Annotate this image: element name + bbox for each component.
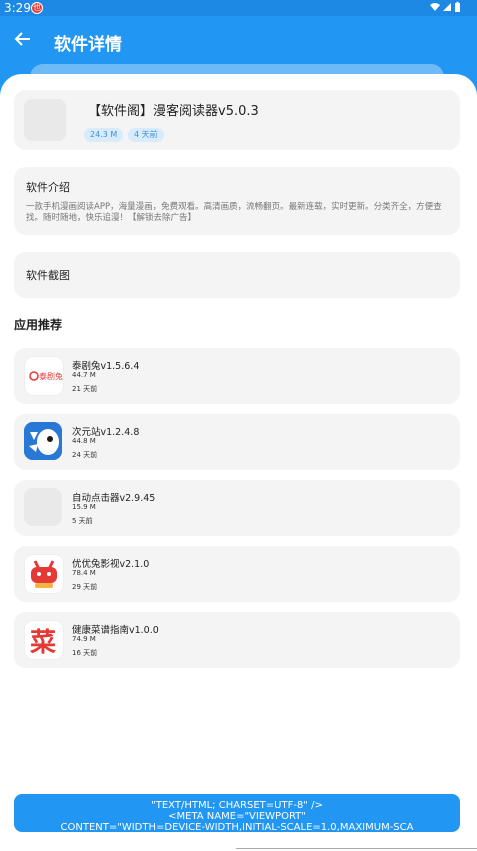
screenshots-card: 软件截图 [14,252,460,298]
status-bar: 3:29 也 [0,0,477,16]
status-time: 3:29 [4,1,31,15]
recommend-item-time: 21 天前 [72,385,98,393]
recommend-item[interactable]: 菜 健康菜谱指南v1.0.0 74.9 M 16 天前 [14,612,460,668]
recommend-item-time: 16 天前 [72,649,98,657]
ciyuan-zhan-icon [24,422,62,460]
recommend-item-name: 泰剧兔v1.5.6.4 [72,361,140,372]
recommend-item-time: 5 天前 [72,517,93,525]
recommend-item-size: 15.9 M [72,503,96,511]
recommend-item-name: 自动点击器v2.9.45 [72,493,156,504]
youyou-rabbit-icon [24,554,64,594]
recommend-heading: 应用推荐 [14,318,63,332]
recommend-item[interactable]: 优优兔影视v2.1.0 78.4 M 29 天前 [14,546,460,602]
recommend-item[interactable]: 泰剧兔 泰剧兔v1.5.6.4 44.7 M 21 天前 [14,348,460,404]
content-sheet: 【软件阁】漫客阅读器v5.0.3 24.3 M 4 天前 软件介绍 一款手机漫画… [0,74,477,851]
updated-badge: 4 天前 [128,128,164,142]
app-icon-placeholder [24,99,66,141]
recommend-item[interactable]: 自动点击器v2.9.45 15.9 M 5 天前 [14,480,460,536]
intro-text: 一款手机漫画阅读APP，海量漫画，免费观看。高清画质，流畅翻页。最新连载，实时更… [26,202,442,223]
recommend-item-name: 次元站v1.2.4.8 [72,427,140,438]
taiju-rabbit-icon: 泰剧兔 [24,356,64,396]
divider [236,848,477,849]
app-header-card: 【软件阁】漫客阅读器v5.0.3 24.3 M 4 天前 [14,90,460,150]
recommend-item-size: 44.7 M [72,371,96,379]
page-title: 软件详情 [54,35,122,55]
recipe-icon: 菜 [24,620,64,660]
download-button-line: "TEXT/HTML; CHARSET=UTF-8" /> [151,800,323,811]
download-button[interactable]: "TEXT/HTML; CHARSET=UTF-8" /> <META NAME… [14,794,460,832]
recommend-item-size: 74.9 M [72,635,96,643]
intro-heading: 软件介绍 [26,181,70,194]
size-badge: 24.3 M [84,128,124,142]
recommend-item-time: 29 天前 [72,583,98,591]
system-status-icons [429,1,463,16]
placeholder-icon [24,488,62,526]
recommend-item-size: 44.8 M [72,437,96,445]
recommend-item-name: 优优兔影视v2.1.0 [72,559,150,570]
recommend-item-size: 78.4 M [72,569,96,577]
icon-text: 泰剧兔 [39,371,63,381]
screenshots-heading: 软件截图 [26,269,70,282]
recommend-item-time: 24 天前 [72,451,98,459]
recommend-item[interactable]: 次元站v1.2.4.8 44.8 M 24 天前 [14,414,460,470]
app-name: 【软件阁】漫客阅读器v5.0.3 [88,104,259,119]
notification-icon: 也 [31,2,43,14]
download-button-line: CONTENT="WIDTH=DEVICE-WIDTH,INITIAL-SCAL… [60,822,414,832]
app-bar: 软件详情 [0,16,477,68]
download-button-line: <META NAME="VIEWPORT" [168,811,306,822]
icon-text: 菜 [29,628,56,658]
back-arrow-icon[interactable] [10,28,36,54]
recommend-item-name: 健康菜谱指南v1.0.0 [72,625,159,636]
intro-card: 软件介绍 一款手机漫画阅读APP，海量漫画，免费观看。高清画质，流畅翻页。最新连… [14,167,460,235]
